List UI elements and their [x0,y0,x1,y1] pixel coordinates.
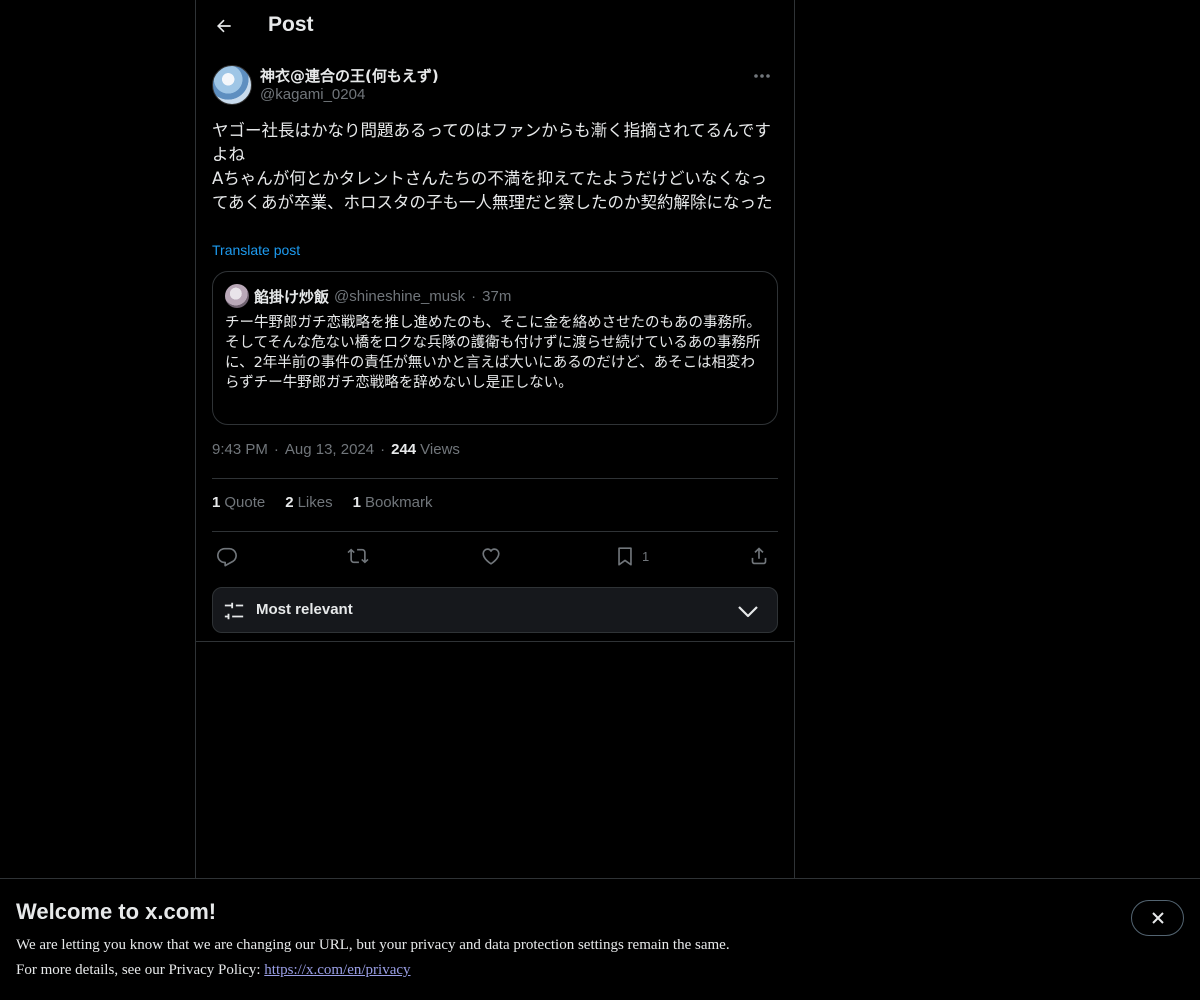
reply-button[interactable] [216,540,238,572]
author-handle[interactable]: @kagami_0204 [260,86,365,103]
likes-count: 2 [285,494,294,511]
banner-message: We are letting you know that we are chan… [16,937,730,953]
quoted-display-name: 餡掛け炒飯 [254,287,330,306]
like-button[interactable] [480,540,502,572]
bookmark-button[interactable]: 1 [614,540,649,572]
quoted-post-text: チー牛野郎ガチ恋戦略を推し進めたのも、そこに金を絡めさせたのもあの事務所。 そし… [225,315,762,391]
sort-replies-dropdown[interactable]: Most relevant [212,587,778,633]
post-column: Post 神衣@連合の王(何もえず) @kagami_0204 ヤゴー社長はかな… [195,0,795,1000]
more-options-button[interactable] [746,64,778,88]
page-title: Post [268,13,314,36]
close-icon [1151,912,1164,924]
quoted-avatar [225,284,249,308]
banner-privacy-prefix: For more details, see our Privacy Policy… [16,962,265,978]
bookmark-icon [618,547,632,566]
quoted-post-header: 餡掛け炒飯 @shineshine_musk · 37m [225,284,512,308]
action-bar: 1 [212,540,778,572]
url-change-banner: Welcome to x.com! We are letting you kno… [0,878,1200,1000]
arrow-left-icon [217,19,231,33]
sort-replies-label: Most relevant [256,601,353,618]
post-date[interactable]: Aug 13, 2024 [285,441,374,458]
divider [196,641,794,642]
repost-icon [347,548,369,564]
page-header: Post [196,0,794,53]
post-time[interactable]: 9:43 PM [212,441,268,458]
bookmarks-count: 1 [352,494,361,511]
bookmarks-label: Bookmark [364,494,433,511]
separator-dot: · [471,287,477,305]
repost-button[interactable] [346,540,370,572]
likes-label: Likes [297,494,333,511]
quoted-timestamp: 37m [482,287,512,305]
divider [212,478,778,479]
translate-post-link[interactable]: Translate post [212,242,300,258]
heart-icon [482,548,500,565]
close-banner-button[interactable] [1131,900,1184,936]
banner-privacy-line: For more details, see our Privacy Policy… [16,962,411,979]
avatar[interactable] [212,65,252,105]
quotes-count: 1 [212,494,221,511]
author-display-name[interactable]: 神衣@連合の王(何もえず) [260,65,439,86]
likes-stat[interactable]: 2 Likes [285,494,332,511]
bookmark-count: 1 [642,548,650,564]
separator-dot: · [380,441,386,458]
post-text: ヤゴー社長はかなり問題あるってのはファンからも漸く指摘されてるんですよね Aちゃ… [212,121,773,212]
separator-dot: · [273,441,279,458]
views-label: Views [420,441,460,458]
chevron-down-icon [738,606,758,618]
banner-title: Welcome to x.com! [16,899,217,924]
quoted-post[interactable]: 餡掛け炒飯 @shineshine_musk · 37m チー牛野郎ガチ恋戦略を… [212,271,778,425]
views-count: 244 [391,441,417,458]
post-stats: 1 Quote 2 Likes 1 Bookmark [212,494,432,511]
quotes-label: Quote [224,494,266,511]
reply-icon [217,547,237,567]
bookmarks-stat[interactable]: 1 Bookmark [353,494,433,511]
share-button[interactable] [748,540,770,572]
post-meta: 9:43 PM · Aug 13, 2024 · 244 Views [212,441,460,458]
post-author: 神衣@連合の王(何もえず) @kagami_0204 [212,64,778,108]
share-icon [751,547,767,565]
more-dots-icon [754,74,770,78]
back-button[interactable] [206,8,242,44]
divider [212,531,778,532]
privacy-policy-link[interactable]: https://x.com/en/privacy [264,962,410,978]
quotes-stat[interactable]: 1 Quote [212,494,265,511]
quoted-handle: @shineshine_musk [334,287,466,305]
sliders-icon [224,602,244,620]
